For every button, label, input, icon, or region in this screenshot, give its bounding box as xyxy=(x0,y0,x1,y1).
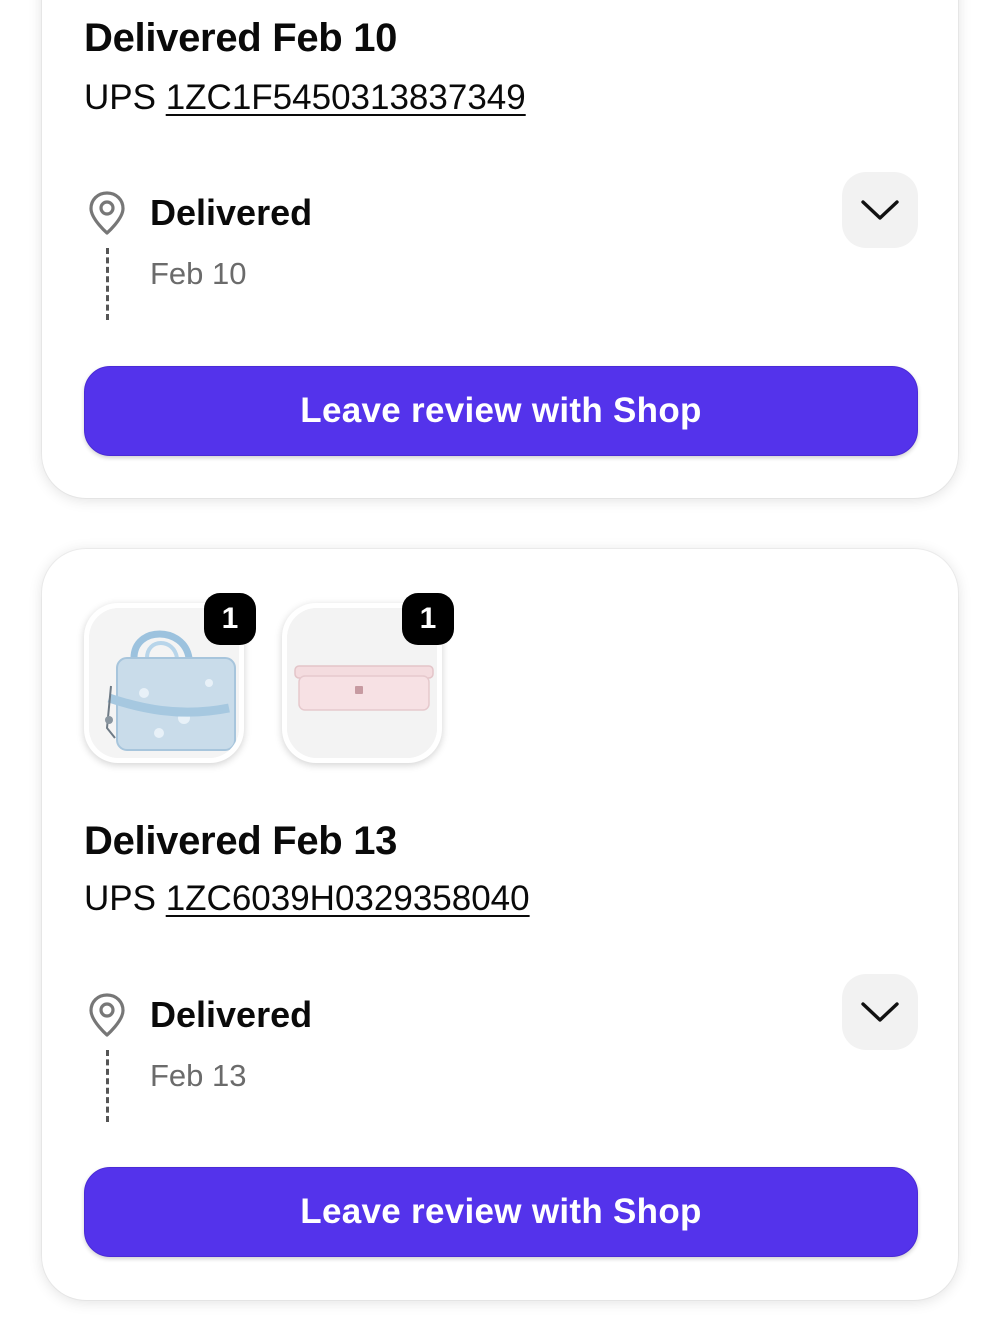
product-thumbnail[interactable]: 1 xyxy=(282,593,454,763)
tracking-line: UPS 1ZC6039H0329358040 xyxy=(84,879,530,919)
leave-review-button[interactable]: Leave review with Shop xyxy=(84,366,918,456)
leave-review-button[interactable]: Leave review with Shop xyxy=(84,1167,918,1257)
tracking-line: UPS 1ZC1F5450313837349 xyxy=(84,78,526,118)
shipment-title: Delivered Feb 10 xyxy=(84,16,398,60)
expand-timeline-button[interactable] xyxy=(842,172,918,248)
status-date: Feb 10 xyxy=(150,256,247,291)
tracking-number-link[interactable]: 1ZC1F5450313837349 xyxy=(166,78,526,117)
shipment-card: 1 1 Delivered Feb 13 UPS 1ZC6039H0329358… xyxy=(42,549,958,1300)
location-pin-icon xyxy=(89,191,125,235)
carrier-name: UPS xyxy=(84,879,156,918)
carrier-name: UPS xyxy=(84,78,156,117)
product-thumbnail[interactable]: 1 xyxy=(84,593,256,763)
location-pin-icon xyxy=(89,993,125,1037)
timeline-dotted-line xyxy=(106,1050,109,1122)
status-label: Delivered xyxy=(150,192,313,233)
expand-timeline-button[interactable] xyxy=(842,974,918,1050)
quantity-badge: 1 xyxy=(402,593,454,645)
status-timeline: Delivered Feb 10 xyxy=(84,172,918,340)
quantity-badge: 1 xyxy=(204,593,256,645)
shipment-card: Delivered Feb 10 UPS 1ZC1F5450313837349 … xyxy=(42,0,958,498)
tracking-number-link[interactable]: 1ZC6039H0329358040 xyxy=(166,879,530,918)
status-label: Delivered xyxy=(150,994,313,1035)
status-date: Feb 13 xyxy=(150,1058,247,1093)
chevron-down-icon xyxy=(861,200,899,220)
timeline-dotted-line xyxy=(106,248,109,320)
status-timeline: Delivered Feb 13 xyxy=(84,974,918,1142)
chevron-down-icon xyxy=(861,1002,899,1022)
shipment-title: Delivered Feb 13 xyxy=(84,819,398,863)
